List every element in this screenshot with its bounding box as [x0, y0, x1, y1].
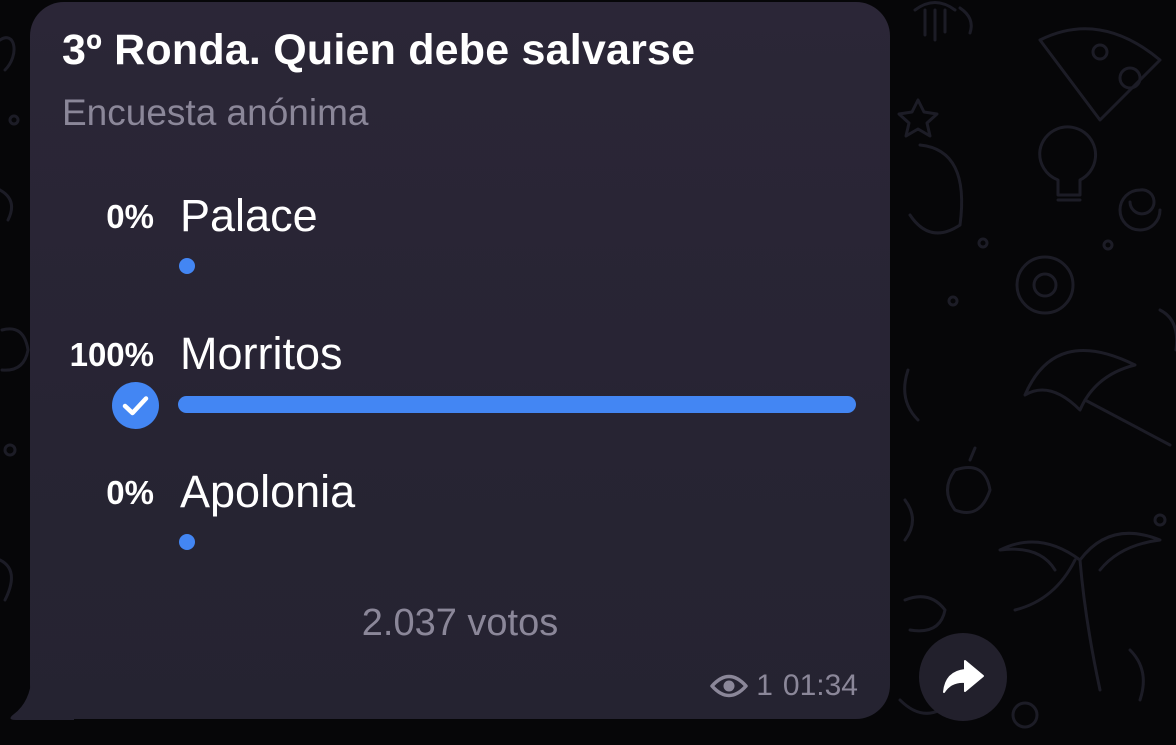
poll-option-palace[interactable]: 0% Palace	[30, 190, 890, 318]
poll-option-percent: 0%	[106, 198, 154, 235]
check-icon	[112, 382, 159, 429]
poll-option-percent: 100%	[69, 336, 154, 373]
poll-option-morritos[interactable]: 100% Morritos	[30, 328, 890, 456]
poll-option-percent: 0%	[106, 474, 154, 511]
chat-screen: 3º Ronda. Quien debe salvarse Encuesta a…	[0, 0, 1176, 745]
share-arrow-icon	[943, 660, 984, 693]
poll-option-label: Palace	[180, 190, 318, 241]
share-button[interactable]	[919, 633, 1007, 721]
poll-option-label: Morritos	[180, 328, 343, 379]
eye-icon	[710, 674, 748, 698]
poll-option-apolonia[interactable]: 0% Apolonia	[30, 466, 890, 594]
poll-result-bar	[178, 396, 856, 413]
poll-question: 3º Ronda. Quien debe salvarse	[62, 26, 696, 74]
poll-vote-count[interactable]: 2.037 votos	[30, 602, 890, 645]
message-time: 01:34	[782, 669, 858, 702]
view-count: 1	[756, 669, 773, 702]
message-meta: 1 01:34	[710, 669, 858, 703]
poll-result-bar	[179, 534, 195, 550]
poll-type-label: Encuesta anónima	[62, 92, 369, 133]
poll-result-bar	[179, 258, 195, 274]
poll-message-bubble: 3º Ronda. Quien debe salvarse Encuesta a…	[30, 2, 890, 719]
poll-option-label: Apolonia	[180, 466, 356, 517]
